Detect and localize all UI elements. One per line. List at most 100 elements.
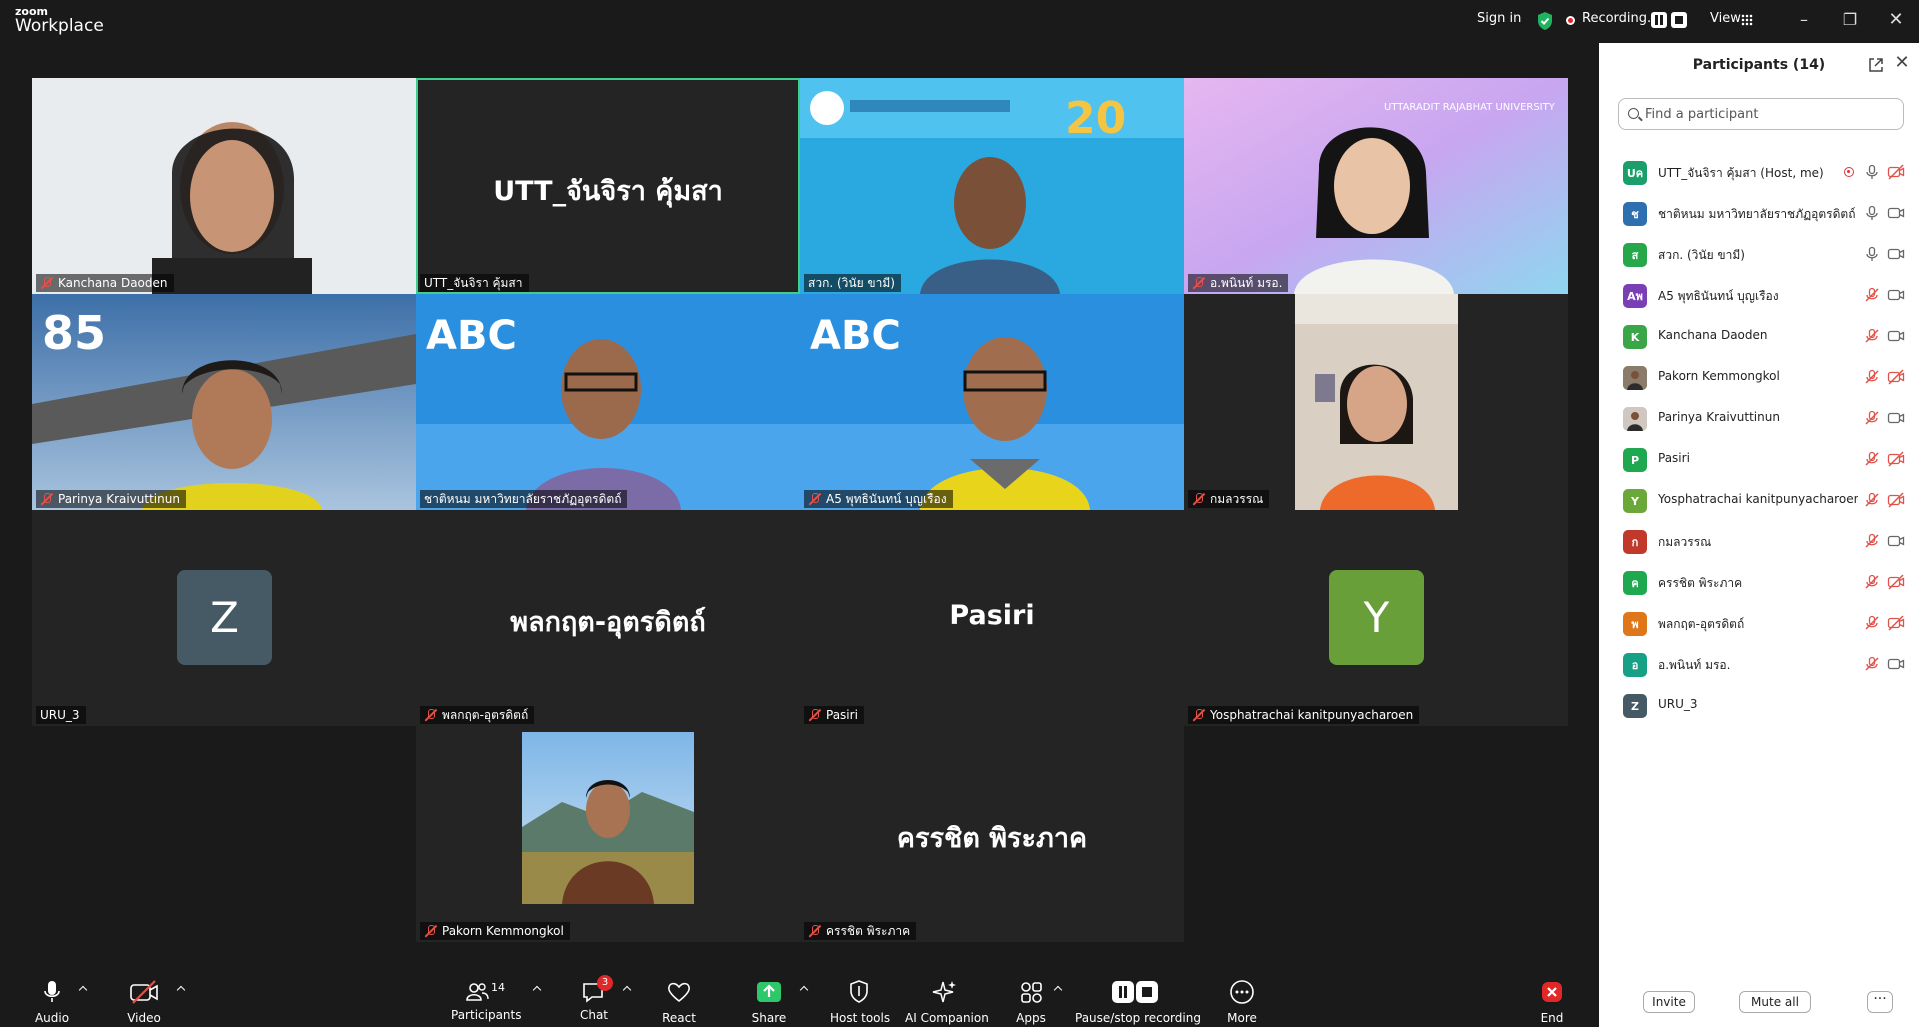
- video-tile-active-speaker[interactable]: UTT_จันจิรา คุ้มสา UTT_จันจิรา คุ้มสา: [416, 78, 800, 294]
- pause-stop-recording-button[interactable]: Pause/stop recording: [1075, 978, 1201, 1025]
- participant-list-item[interactable]: Pakorn Kemmongkol: [1599, 357, 1919, 398]
- stop-recording-button[interactable]: [1671, 12, 1687, 28]
- participant-search-box[interactable]: [1618, 98, 1904, 130]
- video-tile[interactable]: ABC A5 พุทธินันทน์ บุญเรือง: [800, 294, 1184, 510]
- participant-list-item[interactable]: ช ชาติหนม มหาวิทยาลัยราชภัฏอุตรดิตถ์: [1599, 193, 1919, 234]
- video-button[interactable]: Video: [124, 978, 164, 1025]
- participants-count: 14: [491, 981, 505, 994]
- video-camera-icon[interactable]: [1887, 205, 1905, 221]
- participant-list-item[interactable]: ค ครรชิต พิระภาค: [1599, 562, 1919, 603]
- mic-muted-icon[interactable]: [1864, 328, 1880, 344]
- svg-text:ABC: ABC: [426, 313, 517, 359]
- encryption-shield-icon[interactable]: [1536, 11, 1554, 31]
- end-meeting-button[interactable]: End: [1532, 978, 1572, 1025]
- video-off-icon[interactable]: [1887, 615, 1905, 631]
- react-label: React: [662, 1011, 696, 1025]
- video-tile[interactable]: 20 สวก. (วินัย ขามี): [800, 78, 1184, 294]
- mic-muted-icon[interactable]: [1864, 656, 1880, 672]
- recording-status-icon: [1844, 167, 1854, 177]
- view-menu-button[interactable]: View: [1710, 11, 1741, 26]
- microphone-icon[interactable]: [1864, 164, 1880, 180]
- mic-muted-icon[interactable]: [1864, 492, 1880, 508]
- apps-options-chevron-icon[interactable]: [1053, 984, 1063, 994]
- video-off-icon[interactable]: [1887, 451, 1905, 467]
- participants-options-chevron-icon[interactable]: [532, 984, 542, 994]
- restore-window-button[interactable]: ❐: [1836, 8, 1864, 32]
- participant-video: 20: [800, 78, 1184, 294]
- video-options-chevron-icon[interactable]: [176, 984, 186, 994]
- mic-muted-icon[interactable]: [1864, 369, 1880, 385]
- video-off-icon[interactable]: [1887, 369, 1905, 385]
- mic-muted-icon[interactable]: [1864, 574, 1880, 590]
- participant-search-input[interactable]: [1645, 103, 1895, 125]
- video-tile[interactable]: ครรชิต พิระภาค ครรชิต พิระภาค: [800, 726, 1184, 942]
- chat-options-chevron-icon[interactable]: [622, 984, 632, 994]
- more-button[interactable]: More: [1222, 978, 1262, 1025]
- video-camera-icon[interactable]: [1887, 328, 1905, 344]
- end-label: End: [1540, 1011, 1564, 1025]
- video-tile[interactable]: 85 Parinya Kraivuttinun: [32, 294, 416, 510]
- participant-list-item[interactable]: Aพ A5 พุทธินันทน์ บุญเรือง: [1599, 275, 1919, 316]
- video-camera-icon[interactable]: [1887, 246, 1905, 262]
- invite-button[interactable]: Invite: [1643, 991, 1695, 1013]
- participant-list-item[interactable]: P Pasiri: [1599, 439, 1919, 480]
- audio-options-chevron-icon[interactable]: [78, 984, 88, 994]
- video-off-icon[interactable]: [1887, 492, 1905, 508]
- participant-list-item[interactable]: อ อ.พนินท์ มรอ.: [1599, 644, 1919, 685]
- microphone-icon[interactable]: [1864, 205, 1880, 221]
- react-button[interactable]: React: [659, 978, 699, 1025]
- video-tile[interactable]: พลกฤต-อุตรดิตถ์ พลกฤต-อุตรดิตถ์: [416, 510, 800, 726]
- mute-all-button[interactable]: Mute all: [1739, 991, 1811, 1013]
- participant-list-item[interactable]: ก กมลวรรณ: [1599, 521, 1919, 562]
- microphone-icon[interactable]: [1864, 246, 1880, 262]
- close-window-button[interactable]: ✕: [1882, 8, 1910, 32]
- svg-text:20: 20: [1065, 93, 1126, 144]
- more-options-button[interactable]: ···: [1867, 991, 1893, 1013]
- close-panel-icon[interactable]: ✕: [1893, 53, 1911, 73]
- mic-muted-icon[interactable]: [1864, 615, 1880, 631]
- video-tile[interactable]: Pasiri Pasiri: [800, 510, 1184, 726]
- participant-list-item[interactable]: K Kanchana Daoden: [1599, 316, 1919, 357]
- ai-companion-button[interactable]: AI Companion: [905, 978, 989, 1025]
- pop-out-icon[interactable]: [1868, 57, 1884, 73]
- participants-button[interactable]: 14 Participants: [451, 978, 522, 1022]
- share-options-chevron-icon[interactable]: [799, 984, 809, 994]
- mic-muted-icon[interactable]: [1864, 451, 1880, 467]
- video-off-icon[interactable]: [1887, 164, 1905, 180]
- participant-list-item[interactable]: Z URU_3: [1599, 685, 1919, 726]
- video-tile[interactable]: Y Yosphatrachai kanitpunyacharoen: [1184, 510, 1568, 726]
- minimize-window-button[interactable]: –: [1790, 8, 1818, 32]
- video-tile[interactable]: UTTARADIT RAJABHAT UNIVERSITY อ.พนินท์ ม…: [1184, 78, 1568, 294]
- participant-list-item[interactable]: ส สวก. (วินัย ขามี): [1599, 234, 1919, 275]
- video-tile[interactable]: Kanchana Daoden: [32, 78, 416, 294]
- video-camera-icon[interactable]: [1887, 287, 1905, 303]
- video-tile[interactable]: Pakorn Kemmongkol: [416, 726, 800, 942]
- grid-view-icon[interactable]: [1741, 14, 1753, 26]
- sign-in-link[interactable]: Sign in: [1477, 11, 1521, 26]
- video-camera-icon[interactable]: [1887, 410, 1905, 426]
- participant-list-item[interactable]: Uค UTT_จันจิรา คุ้มสา (Host, me): [1599, 152, 1919, 193]
- audio-button[interactable]: Audio: [32, 978, 72, 1025]
- video-tile[interactable]: กมลวรรณ: [1184, 294, 1568, 510]
- pause-recording-button[interactable]: [1651, 12, 1667, 28]
- video-label: Video: [127, 1011, 161, 1025]
- participant-list-item[interactable]: Parinya Kraivuttinun: [1599, 398, 1919, 439]
- video-tile[interactable]: ABC ชาติหนม มหาวิทยาลัยราชภัฏอุตรดิตถ์: [416, 294, 800, 510]
- participant-list-item[interactable]: Y Yosphatrachai kanitpunyacharoen: [1599, 480, 1919, 521]
- mic-muted-icon[interactable]: [1864, 533, 1880, 549]
- video-off-icon[interactable]: [1887, 574, 1905, 590]
- video-camera-icon[interactable]: [1887, 533, 1905, 549]
- mic-muted-icon[interactable]: [1864, 287, 1880, 303]
- participant-list-item[interactable]: พ พลกฤต-อุตรดิตถ์: [1599, 603, 1919, 644]
- video-camera-icon[interactable]: [1887, 656, 1905, 672]
- video-tile[interactable]: Z URU_3: [32, 510, 416, 726]
- share-button[interactable]: Share: [749, 978, 789, 1025]
- apps-button[interactable]: Apps: [1011, 978, 1051, 1025]
- recording-indicator-icon: [1566, 16, 1575, 25]
- host-tools-button[interactable]: Host tools: [830, 978, 890, 1025]
- mic-muted-icon[interactable]: [1864, 410, 1880, 426]
- participant-name-tag: Parinya Kraivuttinun: [36, 490, 186, 508]
- participant-name-tag: Pakorn Kemmongkol: [420, 922, 570, 940]
- chat-button[interactable]: 3 Chat: [574, 975, 614, 1022]
- participant-list-name: Pasiri: [1658, 451, 1690, 465]
